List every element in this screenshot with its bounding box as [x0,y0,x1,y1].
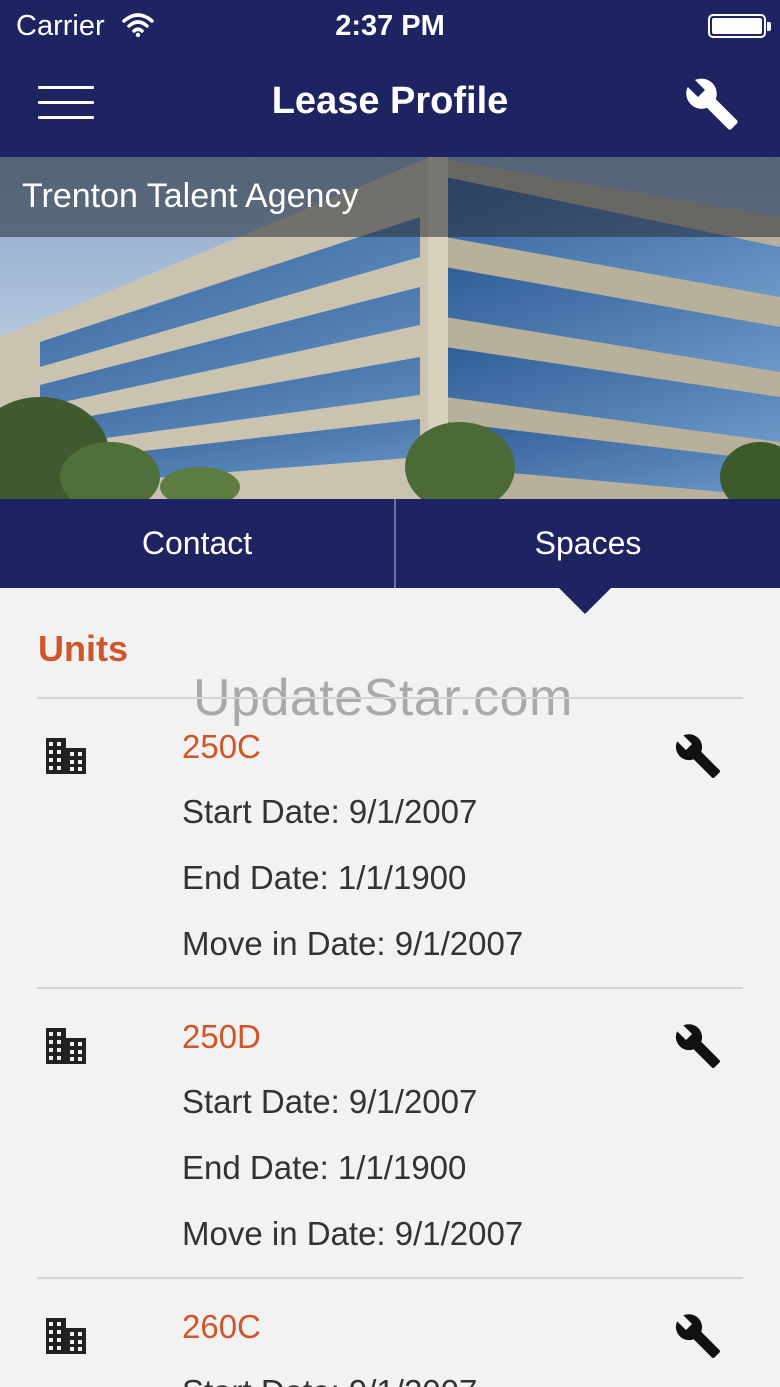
tenant-name-bar: Trenton Talent Agency [0,157,780,237]
tenant-name: Trenton Talent Agency [22,177,359,215]
divider [37,987,743,989]
unit-maintenance-button[interactable] [674,1312,722,1360]
unit-maintenance-button[interactable] [674,1022,722,1070]
list-item[interactable]: 250D Start Date: 9/1/2007 End Date: 1/1/… [0,990,780,1280]
page-title: Lease Profile [271,80,509,122]
unit-move-in-date: Move in Date: 9/1/2007 [182,1215,524,1252]
settings-button[interactable] [682,76,742,132]
battery-icon [708,14,771,38]
list-item[interactable]: 260C Start Date: 9/1/2007 [0,1280,780,1387]
building-icon [44,736,88,776]
unit-name: 260C [182,1308,261,1345]
status-bar: Carrier 2:37 PM [0,0,780,54]
status-time: 2:37 PM [335,10,445,42]
unit-move-in-date: Move in Date: 9/1/2007 [182,925,524,962]
list-item[interactable]: 250C Start Date: 9/1/2007 End Date: 1/1/… [0,700,780,990]
wrench-icon [675,1314,720,1358]
unit-start-date: Start Date: 9/1/2007 [182,1083,478,1120]
divider [37,697,743,699]
unit-end-date: End Date: 1/1/1900 [182,1149,467,1186]
property-hero-image: Trenton Talent Agency [0,157,780,499]
divider [37,1277,743,1279]
tab-bar: Contact Spaces [0,499,780,588]
building-icon [44,1026,88,1066]
unit-end-date: End Date: 1/1/1900 [182,859,467,896]
tab-spaces[interactable]: Spaces [396,499,780,588]
tab-contact[interactable]: Contact [0,499,394,588]
section-title: Units [38,628,128,669]
wrench-icon [675,734,720,778]
unit-maintenance-button[interactable] [674,732,722,780]
building-icon [44,1316,88,1356]
navigation-bar: Carrier 2:37 PM Lease Profile [0,0,780,157]
wrench-icon [686,78,738,130]
unit-start-date: Start Date: 9/1/2007 [182,1373,477,1387]
unit-start-date: Start Date: 9/1/2007 [182,793,478,830]
wrench-icon [675,1024,720,1068]
unit-name: 250D [182,1018,261,1055]
unit-name: 250C [182,728,261,765]
selected-tab-indicator [559,588,611,614]
